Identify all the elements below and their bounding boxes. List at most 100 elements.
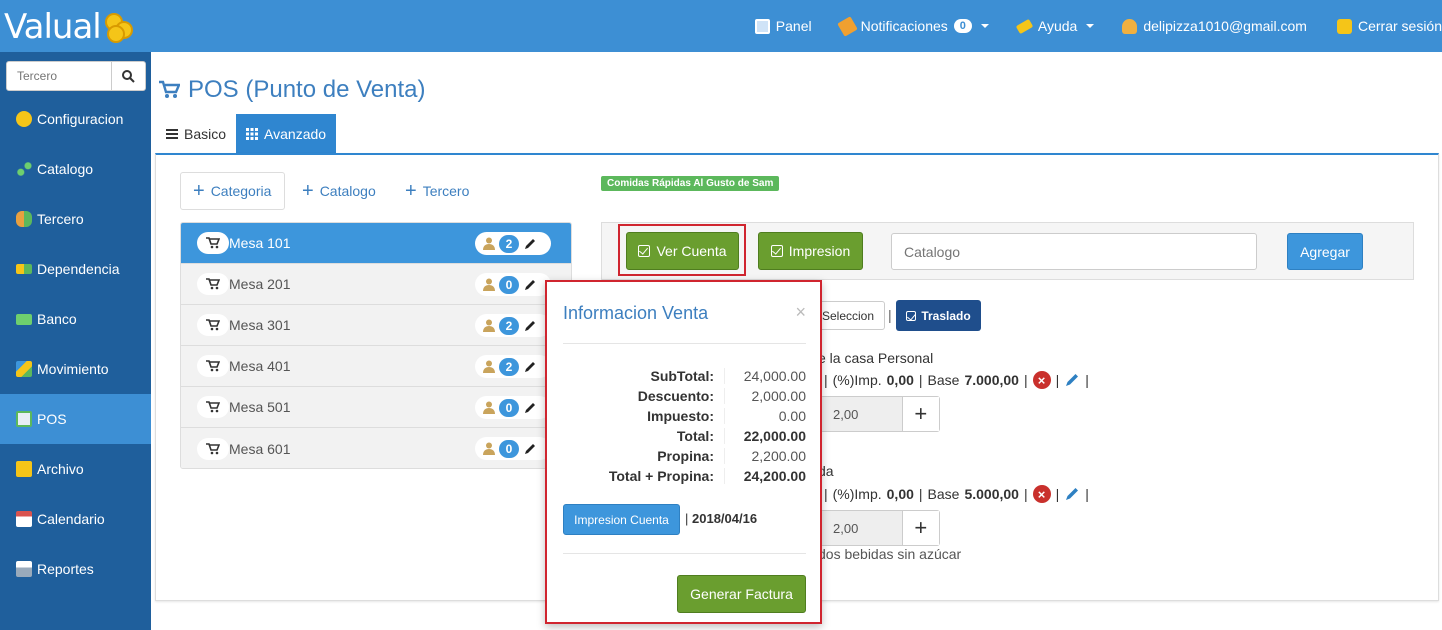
mesa-stats: 0: [475, 437, 551, 460]
seleccion-button[interactable]: Seleccion: [811, 301, 885, 330]
sidebar-item-pos[interactable]: POS: [0, 394, 151, 444]
quantity-value[interactable]: 2,00: [821, 397, 902, 431]
quantity-value[interactable]: 2,00: [821, 511, 902, 545]
sidebar-item-tercero[interactable]: Tercero: [0, 194, 151, 244]
item1-imp: 0,00: [886, 372, 914, 388]
cart-icon: [197, 314, 229, 336]
separator: |: [824, 486, 828, 502]
sidebar-item-reportes[interactable]: Reportes: [0, 544, 151, 594]
user-icon: [483, 401, 495, 414]
list-item[interactable]: Mesa 201 0: [181, 264, 571, 305]
quantity-stepper[interactable]: 2,00 +: [820, 396, 940, 432]
cart-icon: [197, 232, 229, 254]
guest-count-badge: 2: [499, 316, 519, 335]
add-categoria-label: Categoria: [210, 183, 272, 199]
delete-icon[interactable]: ×: [1032, 485, 1051, 503]
close-icon[interactable]: ×: [795, 302, 806, 323]
guest-count-badge: 2: [499, 234, 519, 253]
pencil-icon[interactable]: [1064, 372, 1080, 388]
coins-icon: [103, 9, 139, 45]
pencil-icon[interactable]: [523, 401, 537, 415]
money-icon: [16, 313, 32, 325]
add-categoria-button[interactable]: + Categoria: [180, 172, 285, 210]
table-row: Descuento: 2,000.00: [563, 386, 806, 406]
check-square-icon: [906, 310, 917, 321]
top-navbar: Valual Panel Notificaciones 0 Ayuda deli…: [0, 0, 1442, 52]
tab-avanzado[interactable]: Avanzado: [236, 114, 337, 154]
subtotal-value: 24,000.00: [724, 368, 806, 384]
separator: |: [685, 511, 689, 526]
sidebar-item-movimiento[interactable]: Movimiento: [0, 344, 151, 394]
impresion-label: Impresion: [788, 243, 851, 259]
printer-icon: [16, 561, 32, 577]
impresion-button[interactable]: Impresion: [758, 232, 863, 270]
ticket-icon: [1015, 18, 1034, 34]
sale-summary-table: SubTotal: 24,000.00 Descuento: 2,000.00 …: [563, 366, 806, 486]
table-row: Total: 22,000.00: [563, 426, 806, 446]
pencil-icon[interactable]: [523, 278, 537, 292]
nav-user-email: delipizza1010@gmail.com: [1143, 18, 1307, 34]
list-item[interactable]: Mesa 401 2: [181, 346, 571, 387]
logo-text: Valual: [4, 7, 102, 47]
traslado-button[interactable]: Traslado: [896, 300, 981, 331]
sidebar-item-catalogo[interactable]: Catalogo: [0, 144, 151, 194]
sidebar-item-banco[interactable]: Banco: [0, 294, 151, 344]
sidebar-item-label: Configuracion: [37, 111, 124, 127]
pencil-icon[interactable]: [523, 237, 537, 251]
delete-icon[interactable]: ×: [1032, 371, 1051, 389]
sidebar-item-archivo[interactable]: Archivo: [0, 444, 151, 494]
gear-icon: [16, 111, 32, 127]
catalog-search-input[interactable]: [891, 233, 1257, 270]
item1-base: 7.000,00: [964, 372, 1019, 388]
search-input[interactable]: [7, 62, 111, 90]
sidebar-item-calendario[interactable]: Calendario: [0, 494, 151, 544]
sidebar-item-label: POS: [37, 411, 67, 427]
plus-icon: +: [193, 180, 205, 202]
mesa-stats: 0: [475, 396, 551, 419]
nav-notifications[interactable]: Notificaciones 0: [836, 15, 989, 37]
tab-label: Avanzado: [264, 126, 327, 142]
quantity-stepper[interactable]: 2,00 +: [820, 510, 940, 546]
page-title: POS (Punto de Venta): [158, 76, 425, 104]
table-row: SubTotal: 24,000.00: [563, 366, 806, 386]
calendar-icon: [16, 511, 32, 527]
boxes-icon: [16, 361, 32, 377]
separator: |: [1023, 486, 1028, 502]
list-item[interactable]: Mesa 501 0: [181, 387, 571, 428]
mesa-stats: 2: [475, 314, 551, 337]
agregar-button[interactable]: Agregar: [1287, 233, 1363, 270]
sidebar-item-dependencia[interactable]: Dependencia: [0, 244, 151, 294]
total-value: 22,000.00: [724, 428, 806, 444]
pencil-icon[interactable]: [1064, 486, 1080, 502]
app-logo[interactable]: Valual: [4, 5, 139, 49]
add-catalogo-button[interactable]: + Catalogo: [290, 172, 388, 210]
chevron-down-icon: [980, 24, 989, 28]
separator: |: [918, 372, 923, 388]
generar-factura-button[interactable]: Generar Factura: [677, 575, 806, 613]
pencil-icon[interactable]: [523, 442, 537, 456]
subtotal-label: SubTotal:: [650, 368, 714, 384]
search-button[interactable]: [111, 62, 145, 90]
nav-help[interactable]: Ayuda: [1015, 18, 1095, 34]
mesa-name: Mesa 401: [229, 358, 291, 374]
sidebar-item-configuracion[interactable]: Configuracion: [0, 94, 151, 144]
list-item[interactable]: Mesa 301 2: [181, 305, 571, 346]
item1-name: e la casa Personal: [818, 350, 934, 366]
sidebar-item-label: Movimiento: [37, 361, 109, 377]
nav-panel[interactable]: Panel: [754, 18, 812, 34]
list-item[interactable]: Mesa 101 2: [181, 223, 571, 264]
list-item[interactable]: Mesa 601 0: [181, 428, 571, 468]
nav-logout[interactable]: Cerrar sesión: [1336, 18, 1442, 34]
plus-icon[interactable]: +: [901, 511, 939, 545]
pencil-icon[interactable]: [523, 319, 537, 333]
table-row: Propina: 2,200.00: [563, 446, 806, 466]
nav-user[interactable]: delipizza1010@gmail.com: [1122, 18, 1307, 34]
plus-icon: +: [405, 180, 417, 202]
impuesto-value: 0.00: [724, 408, 806, 424]
list-icon: [166, 129, 178, 139]
add-tercero-button[interactable]: + Tercero: [393, 172, 481, 210]
plus-icon[interactable]: +: [901, 397, 939, 431]
impresion-cuenta-button[interactable]: Impresion Cuenta: [563, 504, 680, 535]
pencil-icon[interactable]: [523, 360, 537, 374]
tab-basico[interactable]: Basico: [156, 114, 236, 154]
